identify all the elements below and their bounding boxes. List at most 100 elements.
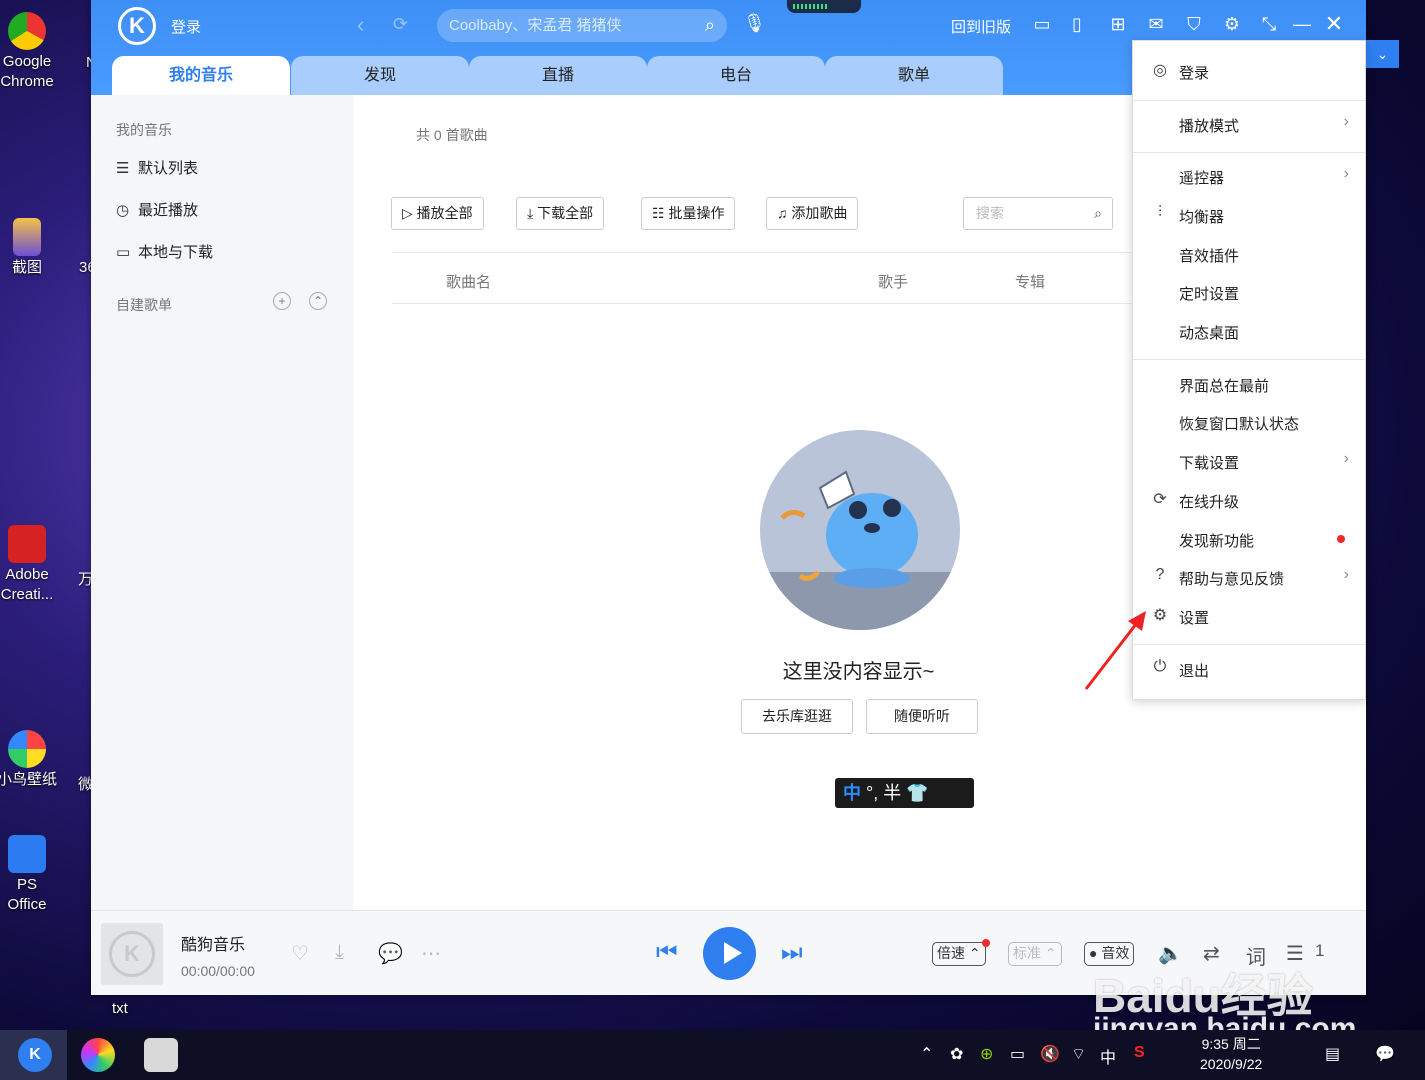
login-link[interactable]: 登录: [171, 16, 201, 37]
comment-icon[interactable]: 💬: [378, 941, 403, 966]
sidebar-item-local[interactable]: ▭ 本地与下载: [116, 241, 213, 262]
column-artist[interactable]: 歌手: [878, 271, 908, 292]
browse-library-button[interactable]: 去乐库逛逛: [741, 699, 853, 734]
skin-icon[interactable]: ⛉: [1183, 14, 1205, 35]
play-all-button[interactable]: ▷ 播放全部: [391, 197, 484, 230]
minimize-icon[interactable]: —: [1291, 14, 1313, 35]
old-version-link[interactable]: 回到旧版: [951, 16, 1011, 37]
download-all-button[interactable]: ⤓ 下载全部: [516, 197, 605, 230]
menu-item-exit[interactable]: ⏻ 退出: [1133, 654, 1365, 684]
tray-plus-icon[interactable]: ⊕: [980, 1044, 993, 1064]
chevron-up-icon: ⌃: [1044, 945, 1057, 961]
kugou-logo[interactable]: K: [118, 7, 156, 45]
notes-icon[interactable]: ▤: [1325, 1044, 1340, 1064]
menu-item-download-settings[interactable]: 下载设置 ›: [1133, 446, 1365, 476]
speed-button[interactable]: 倍速 ⌃: [932, 942, 986, 966]
menu-item-label: 恢复窗口默认状态: [1179, 416, 1300, 433]
search-icon[interactable]: ⌕: [705, 9, 715, 42]
desktop-icon-label: 小鸟壁纸: [0, 771, 58, 788]
ime-punctuation[interactable]: °, 半: [866, 783, 901, 803]
menu-item-equalizer[interactable]: ⫶ 均衡器: [1133, 200, 1365, 230]
desktop-icon-wallpaper[interactable]: 小鸟壁纸: [0, 730, 57, 790]
mail-icon[interactable]: ✉: [1145, 14, 1167, 35]
search-input[interactable]: Coolbaby、宋孟君 猪猪侠 ⌕: [437, 9, 727, 42]
menu-item-label: 发现新功能: [1179, 533, 1255, 550]
tab-live[interactable]: 直播: [469, 56, 647, 95]
add-playlist-icon[interactable]: +: [273, 292, 291, 310]
input-method[interactable]: 中: [1100, 1044, 1116, 1068]
paint-taskbar-icon[interactable]: [144, 1038, 178, 1072]
menu-item-label: 在线升级: [1179, 494, 1240, 511]
batch-button[interactable]: ☷ 批量操作: [641, 197, 736, 230]
menu-item-play-mode[interactable]: 播放模式 ›: [1133, 109, 1365, 139]
menu-item-label: 音效插件: [1179, 248, 1240, 265]
color-wheel-taskbar-icon[interactable]: [81, 1038, 115, 1072]
tray-app-icon[interactable]: ✿: [950, 1044, 963, 1064]
apps-grid-icon[interactable]: ⊞: [1107, 14, 1129, 35]
desktop-icon-screenshot[interactable]: 截图: [0, 218, 57, 278]
search-icon[interactable]: ⌕: [1094, 198, 1102, 229]
list-search-input[interactable]: 搜索 ⌕: [963, 197, 1113, 230]
kugou-placeholder-icon: K: [109, 931, 155, 977]
tab-my-music[interactable]: 我的音乐: [112, 56, 290, 95]
collapse-icon[interactable]: ⌃: [309, 292, 327, 310]
menu-item-effect-plugins[interactable]: 音效插件: [1133, 239, 1365, 269]
next-icon[interactable]: ⏭: [781, 939, 803, 967]
desktop-icon-wps[interactable]: PS Office: [0, 835, 57, 915]
ime-toolbar[interactable]: 中 °, 半 👕: [835, 778, 974, 808]
menu-item-timer[interactable]: 定时设置: [1133, 277, 1365, 307]
menu-item-upgrade[interactable]: ⟳ 在线升级: [1133, 485, 1365, 515]
desktop-icon-label: Creati...: [0, 586, 54, 603]
mute-icon[interactable]: 🔇: [1040, 1044, 1060, 1064]
notification-icon[interactable]: 💬: [1375, 1044, 1395, 1064]
play-button[interactable]: [703, 927, 756, 980]
menu-item-restore-window[interactable]: 恢复窗口默认状态: [1133, 407, 1365, 437]
menu-item-login[interactable]: ◎ 登录: [1133, 56, 1365, 86]
more-icon[interactable]: ⋯: [421, 941, 441, 966]
queue-count: 1: [1315, 941, 1325, 960]
sidebar-item-default-list[interactable]: ☰ 默认列表: [116, 157, 198, 178]
gear-icon[interactable]: ⚙: [1221, 14, 1243, 35]
menu-item-always-on-top[interactable]: 界面总在最前: [1133, 369, 1365, 399]
sogou-icon[interactable]: S: [1134, 1044, 1145, 1062]
tab-playlists[interactable]: 歌单: [825, 56, 1003, 95]
previous-icon[interactable]: ⏮: [656, 939, 678, 967]
power-icon: ⏻: [1153, 658, 1167, 675]
tray-expand-icon[interactable]: ⌃: [920, 1044, 933, 1064]
kugou-taskbar-icon[interactable]: K: [18, 1038, 52, 1072]
chevron-right-icon: ›: [1343, 566, 1349, 583]
mini-mode-icon[interactable]: ⤡: [1258, 14, 1280, 35]
random-listen-button[interactable]: 随便听听: [866, 699, 978, 734]
tab-discover[interactable]: 发现: [291, 56, 469, 95]
menu-item-remote[interactable]: 遥控器 ›: [1133, 161, 1365, 191]
ime-chinese-mode[interactable]: 中: [843, 783, 861, 803]
tab-radio[interactable]: 电台: [647, 56, 825, 95]
battery-icon[interactable]: ▭: [1010, 1044, 1025, 1064]
system-clock[interactable]: 9:35 周二 2020/9/22: [1200, 1034, 1262, 1074]
skin-shirt-icon[interactable]: 👕: [906, 783, 928, 803]
voice-search-icon[interactable]: 🎙: [743, 13, 766, 34]
chevron-down-icon[interactable]: ⌄: [1366, 40, 1399, 68]
mobile-icon[interactable]: ▯: [1066, 14, 1088, 35]
column-album[interactable]: 专辑: [1015, 271, 1045, 292]
menu-item-dynamic-desktop[interactable]: 动态桌面: [1133, 316, 1365, 346]
column-song[interactable]: 歌曲名: [446, 271, 491, 292]
quality-button[interactable]: 标准 ⌃: [1008, 942, 1062, 966]
heart-icon[interactable]: ♡: [291, 941, 309, 966]
clock-icon: ◷: [116, 202, 130, 219]
menu-item-help[interactable]: ? 帮助与意见反馈 ›: [1133, 562, 1365, 592]
desktop-icon-chrome[interactable]: Google Chrome: [0, 12, 57, 92]
menu-item-new-features[interactable]: 发现新功能: [1133, 524, 1365, 554]
wifi-icon[interactable]: ⌔: [1071, 1044, 1086, 1064]
play-all-label: 播放全部: [416, 205, 473, 221]
close-icon[interactable]: ✕: [1323, 11, 1345, 37]
desktop-lyrics-icon[interactable]: ▭: [1031, 14, 1053, 35]
album-cover[interactable]: K: [101, 923, 163, 985]
download-icon[interactable]: ⤓: [335, 941, 344, 964]
sidebar-item-recent[interactable]: ◷ 最近播放: [116, 199, 198, 220]
menu-item-settings[interactable]: ⚙ 设置: [1133, 601, 1365, 631]
refresh-icon[interactable]: ⟳: [393, 14, 408, 35]
back-arrow-icon[interactable]: ‹: [357, 12, 364, 38]
add-song-button[interactable]: ♫ 添加歌曲: [766, 197, 859, 230]
desktop-icon-adobe[interactable]: Adobe Creati...: [0, 525, 57, 605]
